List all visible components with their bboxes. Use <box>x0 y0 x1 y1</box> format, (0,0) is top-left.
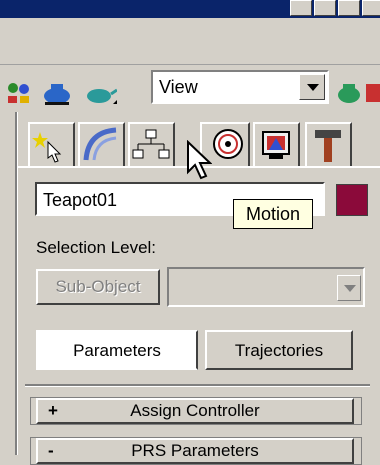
tab-parameters[interactable]: Parameters <box>36 330 198 370</box>
viewport-edge <box>0 112 17 455</box>
view-dropdown[interactable]: View <box>151 70 329 104</box>
help-button[interactable] <box>362 0 380 16</box>
selection-level-label: Selection Level: <box>36 238 157 257</box>
tab-trajectories[interactable]: Trajectories <box>205 330 353 370</box>
teapot-render-icon[interactable] <box>40 78 70 108</box>
object-color-swatch[interactable] <box>336 184 368 216</box>
chevron-down-icon[interactable] <box>337 275 361 301</box>
teapot-quick-render-icon[interactable] <box>83 78 118 108</box>
modify-icon <box>83 127 117 161</box>
create-icon <box>32 132 62 163</box>
rollout-assign-controller[interactable]: Assign Controller + <box>36 398 354 424</box>
sub-object-dropdown[interactable] <box>167 267 365 307</box>
tab-hierarchy[interactable] <box>128 122 175 166</box>
display-icon <box>262 131 290 159</box>
minimize-button[interactable] <box>290 0 312 16</box>
tab-utilities[interactable] <box>305 122 352 166</box>
menu-strip <box>0 18 380 65</box>
render-type-icon[interactable] <box>366 78 380 108</box>
tab-modify[interactable] <box>78 122 125 166</box>
hierarchy-icon <box>132 129 170 159</box>
utilities-icon <box>315 130 341 162</box>
render-scene-icon[interactable] <box>334 78 364 108</box>
select-by-name-icon[interactable] <box>3 78 33 108</box>
chevron-down-icon[interactable] <box>299 74 325 100</box>
rollout-prs-parameters[interactable]: PRS Parameters - <box>36 438 354 464</box>
close-button[interactable] <box>338 0 360 16</box>
maximize-button[interactable] <box>314 0 336 16</box>
tab-display[interactable] <box>253 122 300 166</box>
panel-separator <box>25 384 370 387</box>
sub-object-button[interactable]: Sub-Object <box>36 269 160 305</box>
motion-tooltip: Motion <box>233 199 313 229</box>
tab-create[interactable] <box>28 122 75 166</box>
mouse-pointer-icon <box>186 139 213 185</box>
